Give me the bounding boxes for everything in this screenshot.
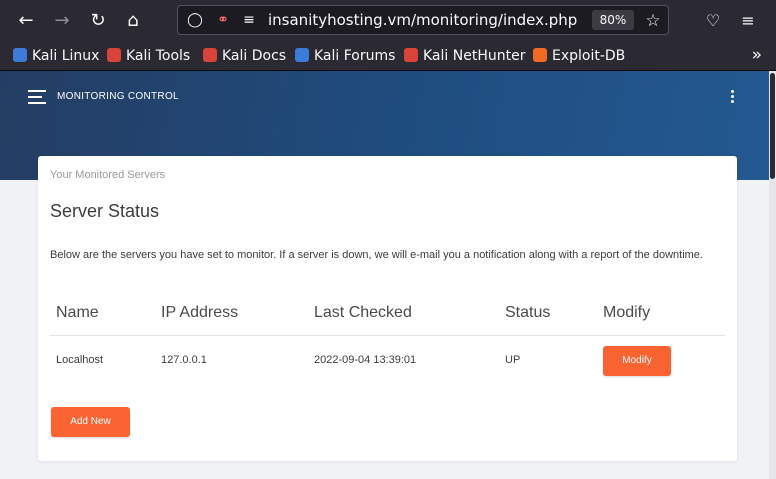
modify-button[interactable]: Modify [603, 346, 671, 376]
bookmark-kali-linux[interactable]: Kali Linux [13, 46, 99, 66]
table-divider [50, 335, 725, 336]
reload-icon[interactable]: ↻ [85, 8, 111, 34]
insecure-lock-icon[interactable]: ⚭ [214, 11, 232, 29]
column-header-last-checked: Last Checked [314, 304, 412, 321]
shield-icon[interactable]: ◯ [186, 11, 204, 29]
card-subtitle: Your Monitored Servers [50, 169, 166, 181]
exploit-db-icon [533, 48, 547, 62]
scrollbar-thumb[interactable] [770, 73, 775, 179]
cell-name: Localhost [56, 354, 104, 366]
column-header-status: Status [505, 304, 551, 321]
chevron-double-right-icon[interactable]: » [752, 45, 762, 65]
kali-linux-icon [13, 48, 27, 62]
bookmark-star-icon[interactable]: ☆ [642, 10, 664, 32]
page-permissions-icon[interactable]: ≡ [240, 11, 258, 29]
brand-title[interactable]: MONITORING CONTROL [57, 91, 179, 102]
kali-docs-icon [203, 48, 217, 62]
kali-forums-icon [295, 48, 309, 62]
bookmarks-bar: Kali Linux Kali Tools Kali Docs Kali For… [0, 40, 776, 71]
kali-nethunter-icon [404, 48, 418, 62]
card-description: Below are the servers you have set to mo… [50, 249, 703, 261]
sidebar-toggle-icon[interactable] [28, 90, 46, 104]
add-new-button[interactable]: Add New [51, 407, 130, 437]
bookmark-kali-forums[interactable]: Kali Forums [295, 46, 395, 66]
pocket-icon[interactable]: ♡ [700, 8, 726, 34]
bookmark-kali-tools[interactable]: Kali Tools [107, 46, 190, 66]
card-title: Server Status [50, 201, 160, 221]
address-bar[interactable]: ◯ ⚭ ≡ insanityhosting.vm/monitoring/inde… [177, 5, 669, 35]
url-text[interactable]: insanityhosting.vm/monitoring/index.php [268, 11, 577, 29]
cell-status: UP [505, 354, 521, 366]
zoom-level-badge[interactable]: 80% [592, 10, 634, 30]
bookmark-exploit-db[interactable]: Exploit-DB [533, 46, 625, 66]
bookmark-kali-docs[interactable]: Kali Docs [203, 46, 286, 66]
more-options-icon[interactable] [728, 89, 738, 105]
kali-tools-icon [107, 48, 121, 62]
cell-ip: 127.0.0.1 [161, 354, 207, 366]
column-header-name: Name [56, 304, 99, 321]
cell-last-checked: 2022-09-04 13:39:01 [314, 354, 417, 366]
menu-hamburger-icon[interactable]: ≡ [735, 8, 761, 34]
forward-arrow-icon[interactable]: → [49, 8, 75, 34]
bookmark-kali-nethunter[interactable]: Kali NetHunter [404, 46, 525, 66]
home-icon[interactable]: ⌂ [120, 8, 146, 34]
page-scrollbar[interactable] [769, 71, 776, 479]
column-header-ip: IP Address [161, 304, 239, 321]
column-header-modify: Modify [603, 304, 651, 321]
page-viewport: MONITORING CONTROL Your Monitored Server… [0, 71, 769, 479]
server-status-card: Your Monitored Servers Server Status Bel… [38, 156, 737, 461]
back-arrow-icon[interactable]: ← [13, 8, 39, 34]
browser-toolbar: ← → ↻ ⌂ ◯ ⚭ ≡ insanityhosting.vm/monitor… [0, 0, 776, 40]
